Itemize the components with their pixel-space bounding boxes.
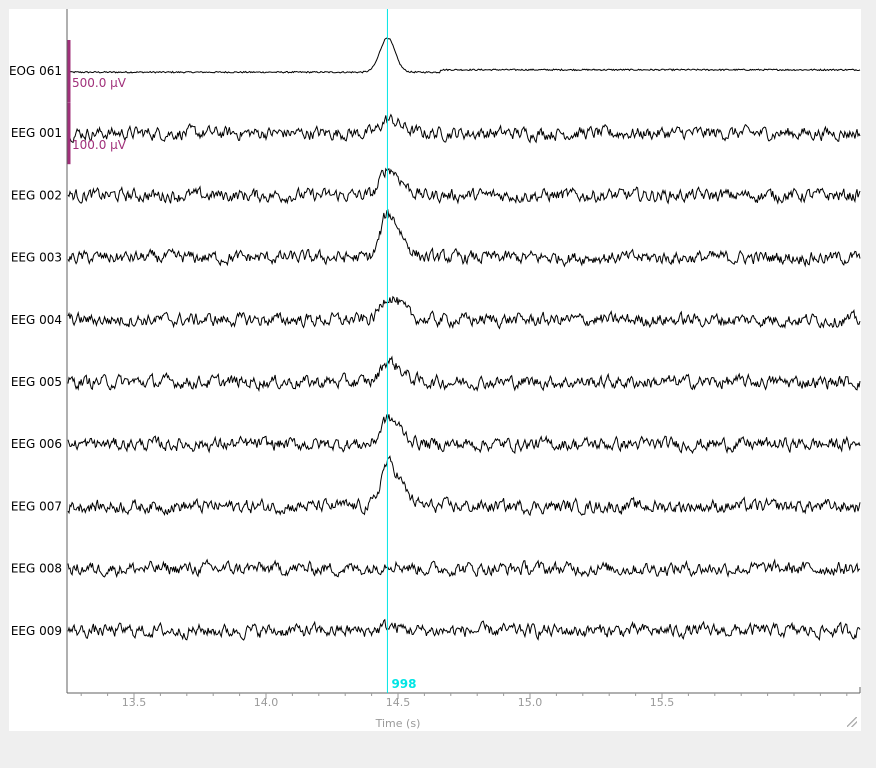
raw-data-browser: 500.0 µV 100.0 µV EOG 061 EEG 001 EEG 002 EE… [9,9,861,731]
trace-eeg-001 [67,113,861,144]
trace-eeg-008 [67,558,861,579]
trace-eeg-005 [67,355,861,393]
x-tick-label: 13.5 [122,696,147,709]
x-tick-label: 15.0 [518,696,543,709]
channel-label[interactable]: EEG 001 [11,126,62,140]
channel-label[interactable]: EEG 004 [11,313,62,327]
channel-label[interactable]: EEG 009 [11,624,62,638]
event-marker-label: 998 [391,677,416,691]
channel-label[interactable]: EEG 005 [11,375,62,389]
x-axis-label: Time (s) [375,717,421,730]
trace-eeg-002 [67,167,861,205]
trace-eeg-007 [67,455,861,517]
x-tick-label: 15.5 [650,696,675,709]
resize-grip-icon[interactable] [847,717,857,727]
trace-eeg-009 [67,618,861,641]
traces-layer [67,37,861,641]
trace-eeg-004 [67,295,861,330]
channel-label[interactable]: EEG 007 [11,499,62,513]
channel-label[interactable]: EEG 002 [11,188,62,202]
events-layer: 998 [386,9,417,693]
eeg-plot: 500.0 µV 100.0 µV EOG 061 EEG 001 EEG 002 EE… [9,9,861,730]
channel-label[interactable]: EEG 003 [11,251,62,265]
channel-label[interactable]: EEG 006 [11,437,62,451]
scale-bar-label: 500.0 µV [72,76,127,90]
channel-label[interactable]: EOG 061 [9,64,62,78]
trace-eog-061 [67,37,861,74]
channel-labels-layer: EOG 061 EEG 001 EEG 002 EEG 003 EEG 004 EEG 0… [9,64,62,638]
scale-bars-layer: 500.0 µV 100.0 µV [67,40,127,165]
trace-eeg-003 [67,208,861,268]
time-axis: 13.5 14.0 14.5 15.0 15.5 Time (s) [66,9,861,730]
trace-eeg-006 [67,414,861,455]
channel-label[interactable]: EEG 008 [11,562,62,576]
x-tick-label: 14.5 [386,696,411,709]
x-tick-label: 14.0 [254,696,279,709]
scale-bar-label: 100.0 µV [72,138,127,152]
